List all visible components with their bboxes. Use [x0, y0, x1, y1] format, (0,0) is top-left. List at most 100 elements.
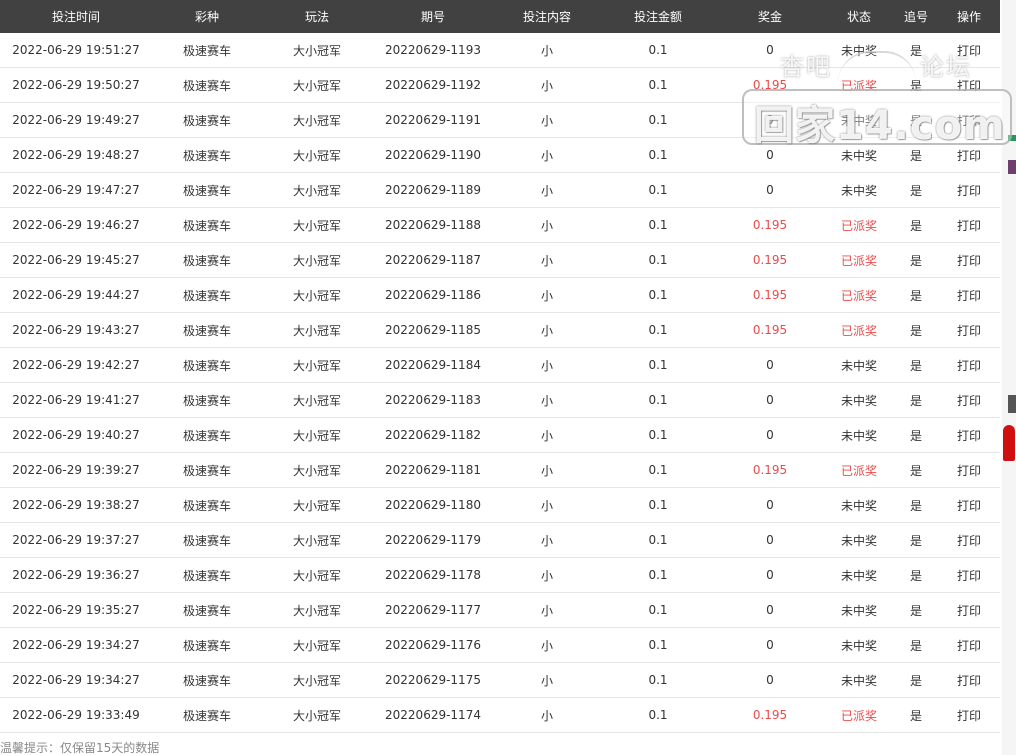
print-link[interactable]: 打印	[938, 112, 1000, 129]
lantern-icon	[1003, 425, 1015, 461]
table-row[interactable]: 2022-06-29 19:34:27 极速赛车 大小冠军 20220629-1175…	[0, 663, 1000, 698]
print-link[interactable]: 打印	[938, 252, 1000, 269]
print-link[interactable]: 打印	[938, 427, 1000, 444]
cell-bet-time[interactable]: 2022-06-29 19:34:27	[0, 673, 152, 687]
print-link[interactable]: 打印	[938, 217, 1000, 234]
header-bet-content[interactable]: 投注内容	[494, 8, 600, 25]
cell-bet-time[interactable]: 2022-06-29 19:37:27	[0, 533, 152, 547]
print-link[interactable]: 打印	[938, 567, 1000, 584]
cell-lottery-type: 极速赛车	[182, 498, 231, 513]
cell-bet-time[interactable]: 2022-06-29 19:46:27	[0, 218, 152, 232]
cell-status: 未中奖	[840, 603, 877, 618]
cell-bet-time[interactable]: 2022-06-29 19:41:27	[0, 393, 152, 407]
print-link[interactable]: 打印	[938, 532, 1000, 549]
cell-issue-number: 20220629-1175	[385, 673, 481, 687]
table-row[interactable]: 2022-06-29 19:38:27 极速赛车 大小冠军 20220629-1180…	[0, 488, 1000, 523]
cell-bet-amount: 0.1	[648, 463, 668, 477]
cell-play-type: 大小冠军	[292, 708, 341, 723]
table-row[interactable]: 2022-06-29 19:45:27 极速赛车 大小冠军 20220629-1187…	[0, 243, 1000, 278]
table-row[interactable]: 2022-06-29 19:40:27 极速赛车 大小冠军 20220629-1182…	[0, 418, 1000, 453]
header-action[interactable]: 操作	[938, 8, 1000, 25]
print-link[interactable]: 打印	[938, 147, 1000, 164]
cell-chase: 是	[909, 533, 922, 548]
cell-bet-time[interactable]: 2022-06-29 19:40:27	[0, 428, 152, 442]
footer-tip: 温馨提示：仅保留15天的数据	[0, 741, 160, 755]
cell-prize: 0.195	[752, 463, 788, 477]
header-bet-time[interactable]: 投注时间	[0, 8, 152, 25]
cell-issue-number: 20220629-1176	[385, 638, 481, 652]
print-link[interactable]: 打印	[938, 182, 1000, 199]
cell-bet-time[interactable]: 2022-06-29 19:34:27	[0, 638, 152, 652]
print-link[interactable]: 打印	[938, 42, 1000, 59]
print-link[interactable]: 打印	[938, 497, 1000, 514]
cell-lottery-type: 极速赛车	[182, 218, 231, 233]
print-link[interactable]: 打印	[938, 392, 1000, 409]
table-row[interactable]: 2022-06-29 19:43:27 极速赛车 大小冠军 20220629-1185…	[0, 313, 1000, 348]
cell-bet-amount: 0.1	[648, 113, 668, 127]
table-row[interactable]: 2022-06-29 19:37:27 极速赛车 大小冠军 20220629-1179…	[0, 523, 1000, 558]
cell-bet-time[interactable]: 2022-06-29 19:42:27	[0, 358, 152, 372]
header-lottery-type[interactable]: 彩种	[152, 8, 262, 25]
cell-bet-time[interactable]: 2022-06-29 19:48:27	[0, 148, 152, 162]
print-link[interactable]: 打印	[938, 637, 1000, 654]
table-row[interactable]: 2022-06-29 19:36:27 极速赛车 大小冠军 20220629-1178…	[0, 558, 1000, 593]
cell-status: 已派奖	[840, 288, 877, 303]
print-link[interactable]: 打印	[938, 707, 1000, 724]
header-status[interactable]: 状态	[824, 8, 894, 25]
table-row[interactable]: 2022-06-29 19:49:27 极速赛车 大小冠军 20220629-1191…	[0, 103, 1000, 138]
table-row[interactable]: 2022-06-29 19:48:27 极速赛车 大小冠军 20220629-1190…	[0, 138, 1000, 173]
cell-bet-content: 小	[540, 253, 553, 268]
cell-chase: 是	[909, 218, 922, 233]
cell-bet-content: 小	[540, 463, 553, 478]
header-bet-amount[interactable]: 投注金额	[600, 8, 716, 25]
header-play-type[interactable]: 玩法	[262, 8, 372, 25]
cell-prize: 0	[766, 113, 774, 127]
table-row[interactable]: 2022-06-29 19:50:27 极速赛车 大小冠军 20220629-1192…	[0, 68, 1000, 103]
purple-marker	[1008, 160, 1016, 174]
cell-bet-content: 小	[540, 393, 553, 408]
cell-bet-amount: 0.1	[648, 288, 668, 302]
cell-bet-time[interactable]: 2022-06-29 19:33:49	[0, 708, 152, 722]
table-row[interactable]: 2022-06-29 19:42:27 极速赛车 大小冠军 20220629-1184…	[0, 348, 1000, 383]
cell-bet-time[interactable]: 2022-06-29 19:35:27	[0, 603, 152, 617]
print-link[interactable]: 打印	[938, 287, 1000, 304]
cell-chase: 是	[909, 358, 922, 373]
cell-prize: 0	[766, 428, 774, 442]
table-row[interactable]: 2022-06-29 19:39:27 极速赛车 大小冠军 20220629-1181…	[0, 453, 1000, 488]
cell-bet-time[interactable]: 2022-06-29 19:44:27	[0, 288, 152, 302]
print-link[interactable]: 打印	[938, 602, 1000, 619]
print-link[interactable]: 打印	[938, 357, 1000, 374]
cell-bet-time[interactable]: 2022-06-29 19:39:27	[0, 463, 152, 477]
cell-prize: 0.195	[752, 218, 788, 232]
header-prize[interactable]: 奖金	[716, 8, 824, 25]
table-row[interactable]: 2022-06-29 19:34:27 极速赛车 大小冠军 20220629-1176…	[0, 628, 1000, 663]
cell-status: 已派奖	[840, 253, 877, 268]
cell-issue-number: 20220629-1192	[385, 78, 481, 92]
table-row[interactable]: 2022-06-29 19:46:27 极速赛车 大小冠军 20220629-1188…	[0, 208, 1000, 243]
print-link[interactable]: 打印	[938, 322, 1000, 339]
cell-bet-time[interactable]: 2022-06-29 19:47:27	[0, 183, 152, 197]
header-chase[interactable]: 追号	[894, 8, 938, 25]
table-row[interactable]: 2022-06-29 19:41:27 极速赛车 大小冠军 20220629-1183…	[0, 383, 1000, 418]
print-link[interactable]: 打印	[938, 462, 1000, 479]
header-issue-number[interactable]: 期号	[372, 8, 494, 25]
cell-bet-time[interactable]: 2022-06-29 19:43:27	[0, 323, 152, 337]
cell-bet-time[interactable]: 2022-06-29 19:49:27	[0, 113, 152, 127]
cell-bet-time[interactable]: 2022-06-29 19:50:27	[0, 78, 152, 92]
cell-bet-time[interactable]: 2022-06-29 19:45:27	[0, 253, 152, 267]
cell-bet-time[interactable]: 2022-06-29 19:51:27	[0, 43, 152, 57]
cell-lottery-type: 极速赛车	[182, 323, 231, 338]
cell-bet-time[interactable]: 2022-06-29 19:38:27	[0, 498, 152, 512]
cell-lottery-type: 极速赛车	[182, 288, 231, 303]
table-row[interactable]: 2022-06-29 19:51:27 极速赛车 大小冠军 20220629-1193…	[0, 33, 1000, 68]
cell-prize: 0	[766, 568, 774, 582]
table-row[interactable]: 2022-06-29 19:33:49 极速赛车 大小冠军 20220629-1174…	[0, 698, 1000, 733]
table-row[interactable]: 2022-06-29 19:44:27 极速赛车 大小冠军 20220629-1186…	[0, 278, 1000, 313]
cell-bet-content: 小	[540, 183, 553, 198]
print-link[interactable]: 打印	[938, 672, 1000, 689]
green-marker	[1008, 135, 1016, 141]
table-row[interactable]: 2022-06-29 19:47:27 极速赛车 大小冠军 20220629-1189…	[0, 173, 1000, 208]
cell-bet-time[interactable]: 2022-06-29 19:36:27	[0, 568, 152, 582]
print-link[interactable]: 打印	[938, 77, 1000, 94]
table-row[interactable]: 2022-06-29 19:35:27 极速赛车 大小冠军 20220629-1177…	[0, 593, 1000, 628]
